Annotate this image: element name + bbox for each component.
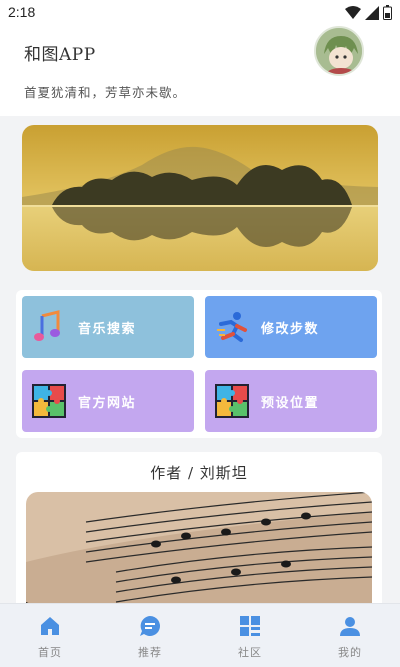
modify-steps-label: 修改步数: [261, 322, 320, 337]
app-title: 和图APP: [24, 45, 96, 65]
nav-home[interactable]: 首页: [0, 604, 100, 667]
music-search-label: 音乐搜索: [78, 322, 137, 337]
music-search-tile[interactable]: 音乐搜索: [22, 296, 194, 358]
status-time: 2:18: [8, 4, 36, 20]
nav-community-label: 社区: [238, 646, 262, 659]
bottom-nav: 首页 推荐 社区 我的: [0, 603, 400, 667]
banner-image[interactable]: [22, 125, 378, 271]
landscape-illustration: [22, 125, 378, 271]
running-figure-icon: [217, 312, 247, 342]
battery-icon: [383, 5, 392, 20]
nav-community[interactable]: 社区: [200, 604, 300, 667]
nav-recommend-label: 推荐: [138, 646, 162, 659]
nav-mine[interactable]: 我的: [300, 604, 400, 667]
official-website-tile[interactable]: 官方网站: [22, 370, 194, 432]
status-bar: 2:18: [0, 0, 400, 26]
app-subtitle: 首夏犹清和，芳草亦未歇。: [24, 85, 187, 100]
preset-location-tile[interactable]: 预设位置: [205, 370, 377, 432]
function-grid: 音乐搜索 修改步数 官方网站 预设位置: [16, 290, 382, 438]
music-note-icon: [34, 310, 60, 341]
grid-icon: [240, 616, 260, 636]
author-card[interactable]: 作者 / 刘斯坦: [16, 452, 382, 622]
puzzle-icon: [32, 384, 66, 418]
preset-location-label: 预设位置: [261, 396, 320, 411]
nav-mine-label: 我的: [338, 646, 362, 659]
nav-recommend[interactable]: 推荐: [100, 604, 200, 667]
avatar-character-icon: [316, 28, 362, 74]
user-icon: [340, 617, 360, 636]
signal-icon: [365, 5, 379, 20]
modify-steps-tile[interactable]: 修改步数: [205, 296, 377, 358]
avatar[interactable]: [314, 26, 364, 76]
wifi-icon: [345, 5, 361, 19]
puzzle-icon: [215, 384, 249, 418]
home-icon: [41, 617, 59, 635]
app-header: 和图APP 首夏犹清和，芳草亦未歇。: [0, 26, 400, 116]
status-icons: [345, 5, 392, 20]
nav-home-label: 首页: [38, 646, 62, 659]
chat-bubble-icon: [140, 616, 160, 636]
author-title: 作者 / 刘斯坦: [150, 464, 248, 482]
official-website-label: 官方网站: [78, 396, 137, 411]
